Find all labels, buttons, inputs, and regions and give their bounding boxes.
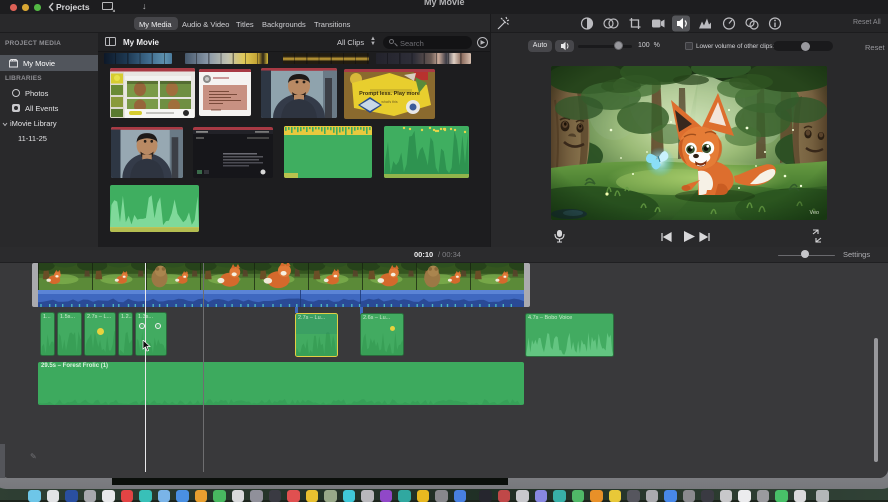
svg-text:what's this: what's this [381, 100, 397, 104]
svg-text:Veo: Veo [810, 210, 819, 216]
svg-text:Prompt less. Play more: Prompt less. Play more [359, 91, 420, 97]
